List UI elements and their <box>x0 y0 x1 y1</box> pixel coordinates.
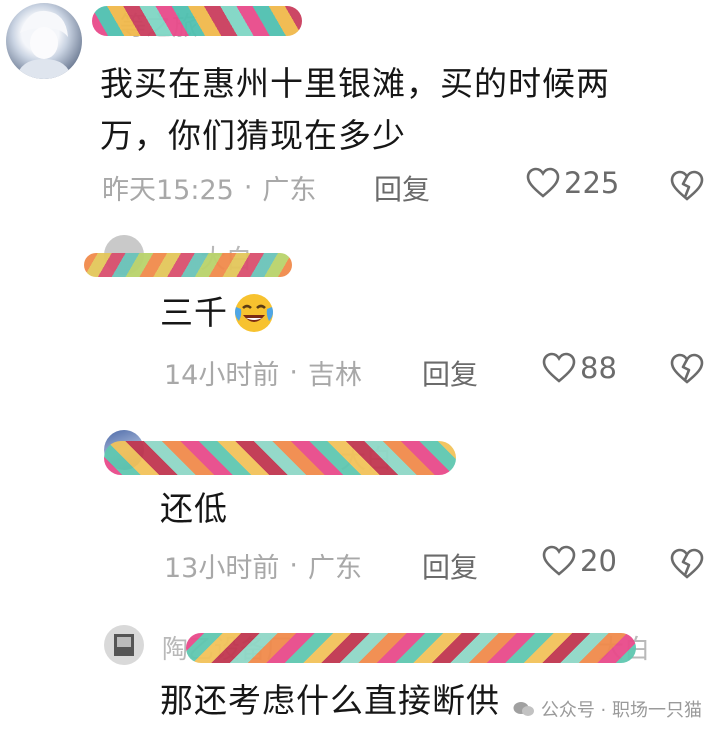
username-redaction-scribble <box>84 253 292 277</box>
comment-1: 等之旅 我买在惠州十里银滩，买的时候两 万，你们猜现在多少 昨天15:25 · … <box>0 0 724 215</box>
like-count: 88 <box>580 351 617 385</box>
broken-heart-icon <box>670 353 704 384</box>
timestamp: 14小时前 <box>164 360 280 391</box>
location: 吉林 <box>307 360 362 391</box>
comment-3: 大白 还低 13小时前 · 广东 回复 20 <box>0 415 724 615</box>
comment-text: 还低 <box>160 489 228 528</box>
like-count: 20 <box>580 544 617 578</box>
broken-heart-icon <box>670 170 704 201</box>
comment-text: 三千 <box>160 287 276 339</box>
reply-button[interactable]: 回复 <box>422 546 478 586</box>
timestamp: 13小时前 <box>164 553 280 584</box>
heart-icon <box>542 545 576 576</box>
heart-icon <box>526 167 560 198</box>
watermark: 公众号 · 职场一只猫 <box>513 696 702 722</box>
location: 广东 <box>262 175 317 206</box>
laughing-crying-emoji <box>235 294 273 332</box>
comment-text: 那还考虑什么直接断供 <box>160 681 500 720</box>
wechat-icon <box>513 702 534 716</box>
reply-button[interactable]: 回复 <box>422 353 478 393</box>
timestamp: 昨天15:25 <box>102 175 234 206</box>
like-button[interactable]: 88 <box>542 351 617 385</box>
comment-meta: 14小时前 · 吉林 <box>164 353 362 392</box>
location: 广东 <box>307 553 362 584</box>
username-redaction-scribble <box>186 633 636 663</box>
separator: · <box>243 172 253 203</box>
heart-icon <box>542 352 576 383</box>
separator: · <box>289 550 298 581</box>
comment-text: 我买在惠州十里银滩，买的时候两 万，你们猜现在多少 <box>100 64 610 155</box>
username-redaction-scribble <box>104 441 456 475</box>
like-button[interactable]: 20 <box>542 544 617 578</box>
comment-meta: 昨天15:25 · 广东 <box>102 168 316 207</box>
avatar[interactable] <box>104 625 144 665</box>
dislike-button[interactable] <box>670 353 704 389</box>
dislike-button[interactable] <box>670 170 704 206</box>
reply-button[interactable]: 回复 <box>374 168 430 208</box>
avatar-image <box>114 634 134 656</box>
dislike-button[interactable] <box>670 548 704 584</box>
comment-2: 大白 三千 14小时前 · 吉林 回复 88 <box>0 215 724 415</box>
separator: · <box>289 357 298 388</box>
avatar[interactable] <box>6 3 82 79</box>
username-redaction-scribble <box>92 6 302 36</box>
avatar-image <box>16 10 72 79</box>
broken-heart-icon <box>670 548 704 579</box>
like-button[interactable]: 225 <box>526 166 619 200</box>
like-count: 225 <box>564 166 620 200</box>
comment-meta: 13小时前 · 广东 <box>164 546 362 585</box>
